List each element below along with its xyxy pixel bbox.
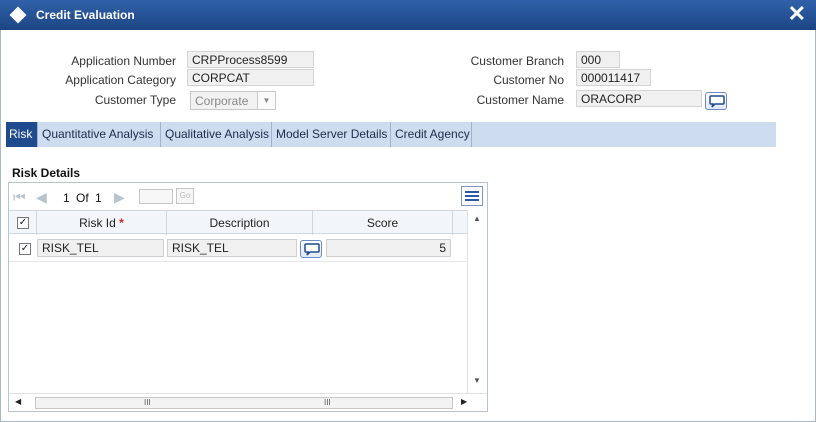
tab-risk[interactable]: Risk [6, 122, 38, 147]
customer-no-field[interactable]: 000011417 [576, 69, 651, 86]
column-description[interactable]: Description [167, 211, 313, 235]
vertical-scrollbar[interactable]: ▲ ▼ [467, 210, 487, 394]
page-number-input[interactable] [139, 189, 173, 204]
grid-toolbar: ⏮ ◀ 1 Of 1 ▶ Go [9, 183, 487, 210]
total-pages: 1 [95, 191, 102, 205]
list-view-icon[interactable] [461, 186, 483, 206]
scroll-left-icon[interactable]: ◀ [15, 397, 21, 406]
row-checkbox[interactable]: ✓ [19, 243, 31, 255]
page-of-label: Of [76, 191, 89, 205]
description-cell[interactable]: RISK_TEL [167, 239, 297, 257]
previous-page-icon[interactable]: ◀ [36, 189, 47, 206]
customer-branch-label: Customer Branch [470, 54, 564, 68]
current-page: 1 [63, 191, 70, 205]
tab-bar: Risk Quantitative Analysis Qualitative A… [6, 122, 776, 147]
customer-no-label: Customer No [493, 73, 564, 87]
go-button[interactable]: Go [176, 188, 194, 204]
customer-name-field[interactable]: ORACORP [576, 90, 702, 107]
customer-name-label: Customer Name [476, 93, 564, 107]
score-cell[interactable]: 5 [326, 239, 451, 257]
window-title-bar: Credit Evaluation ✕ [0, 0, 816, 30]
risk-details-heading: Risk Details [12, 166, 81, 180]
column-risk-id-label: Risk Id [79, 216, 116, 230]
chevron-down-icon: ▼ [257, 92, 275, 109]
customer-name-lov-button[interactable] [705, 92, 727, 110]
customer-type-value: Corporate [195, 94, 249, 108]
application-category-label: Application Category [65, 73, 176, 87]
required-marker: * [119, 216, 124, 230]
scroll-up-icon[interactable]: ▲ [473, 214, 481, 223]
tab-model-server-details[interactable]: Model Server Details [273, 122, 391, 147]
tab-quantitative-analysis[interactable]: Quantitative Analysis [39, 122, 161, 147]
risk-id-cell[interactable]: RISK_TEL [37, 239, 164, 257]
tab-qualitative-analysis[interactable]: Qualitative Analysis [162, 122, 272, 147]
close-icon[interactable]: ✕ [788, 2, 806, 26]
speech-bubble-icon [304, 243, 320, 256]
tab-credit-agency[interactable]: Credit Agency [392, 122, 472, 147]
select-all-checkbox[interactable]: ✓ [17, 217, 29, 229]
app-diamond-icon [9, 6, 27, 24]
next-page-icon[interactable]: ▶ [114, 189, 125, 206]
scroll-grip-left: III [144, 398, 151, 407]
customer-branch-field[interactable]: 000 [576, 51, 620, 68]
application-number-field[interactable]: CRPProcess8599 [187, 51, 314, 68]
scroll-down-icon[interactable]: ▼ [473, 376, 481, 385]
speech-bubble-icon [709, 95, 725, 108]
application-category-field[interactable]: CORPCAT [187, 69, 314, 86]
customer-type-label: Customer Type [94, 93, 176, 107]
customer-type-select[interactable]: Corporate ▼ [190, 91, 276, 110]
risk-details-grid: ⏮ ◀ 1 Of 1 ▶ Go ✓ Risk Id * Description … [8, 182, 488, 412]
horizontal-scroll-thumb[interactable]: III III [35, 397, 453, 409]
application-number-label: Application Number [71, 54, 176, 68]
first-page-icon[interactable]: ⏮ [13, 189, 26, 206]
scroll-right-icon[interactable]: ▶ [461, 397, 467, 406]
grid-header-row: ✓ Risk Id * Description Score [9, 210, 473, 235]
table-row[interactable]: ✓ RISK_TEL RISK_TEL 5 [9, 235, 473, 262]
description-lov-button[interactable] [300, 240, 322, 258]
horizontal-scrollbar[interactable]: ◀ III III ▶ [9, 393, 487, 411]
window-title: Credit Evaluation [36, 8, 135, 22]
column-score[interactable]: Score [313, 211, 453, 235]
scroll-grip-right: III [324, 398, 331, 407]
column-risk-id[interactable]: Risk Id * [37, 211, 167, 235]
select-all-cell: ✓ [9, 211, 37, 235]
